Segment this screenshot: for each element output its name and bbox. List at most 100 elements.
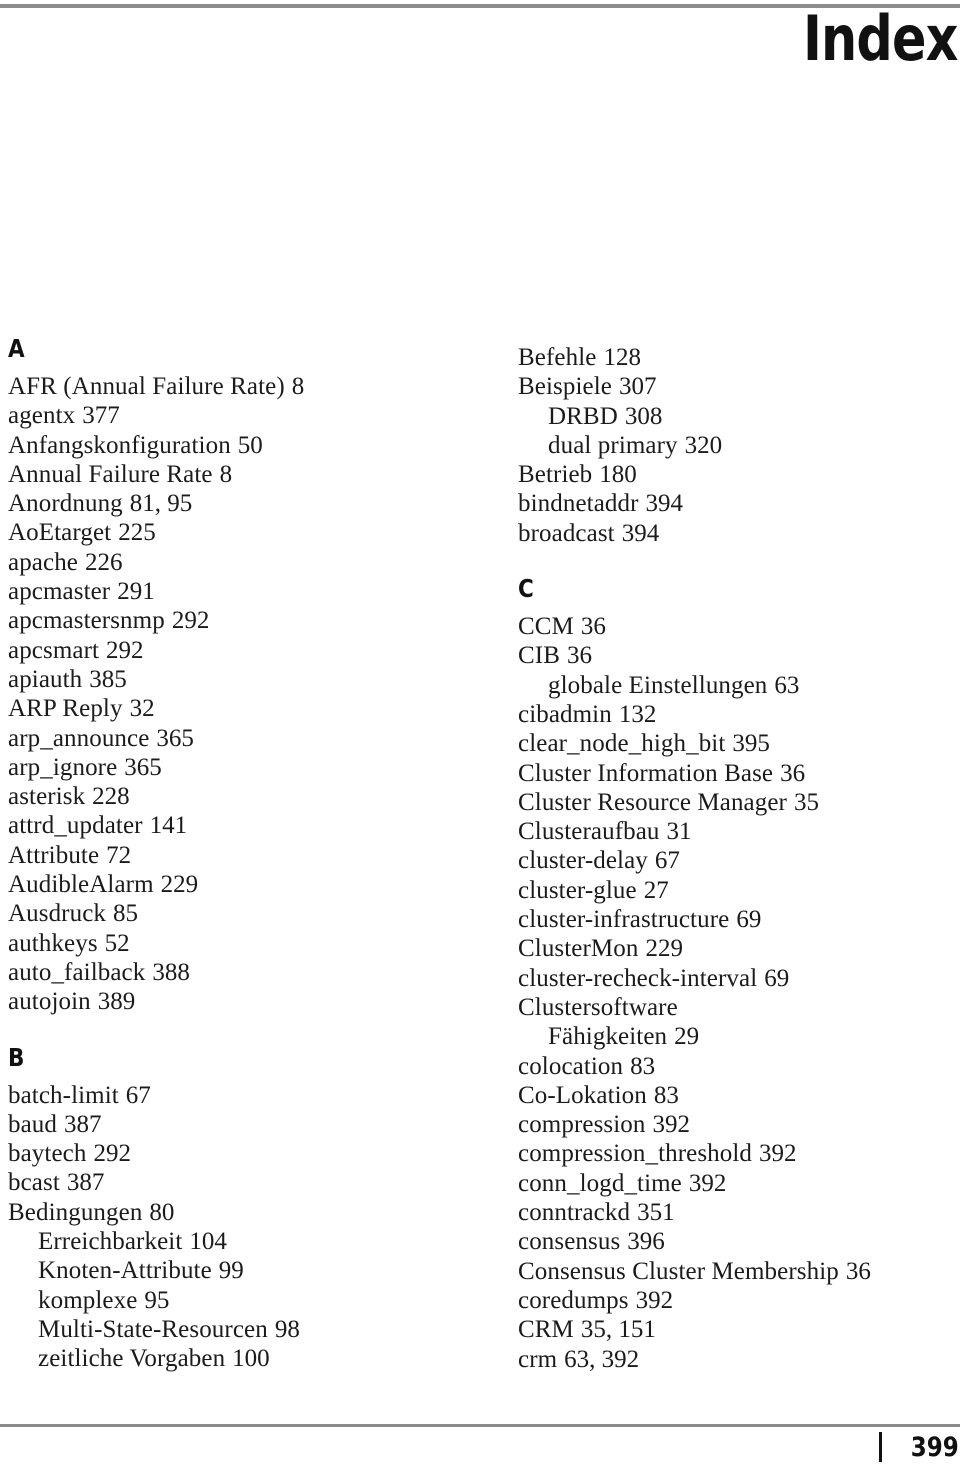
index-entry[interactable]: AoEtarget 225: [8, 518, 504, 547]
entry-page-numbers[interactable]: 392: [752, 1140, 797, 1167]
entry-page-numbers[interactable]: 63, 392: [557, 1346, 639, 1373]
entry-page-numbers[interactable]: 394: [615, 520, 660, 547]
entry-page-numbers[interactable]: 291: [110, 578, 155, 605]
entry-page-numbers[interactable]: 95: [137, 1287, 169, 1314]
index-entry[interactable]: batch-limit 67: [8, 1081, 504, 1110]
entry-page-numbers[interactable]: 81, 95: [123, 490, 193, 517]
index-entry[interactable]: clear_node_high_bit 395: [518, 729, 960, 758]
entry-page-numbers[interactable]: 69: [757, 965, 789, 992]
index-entry[interactable]: broadcast 394: [518, 519, 960, 548]
index-entry[interactable]: agentx 377: [8, 401, 504, 430]
entry-page-numbers[interactable]: 67: [119, 1082, 151, 1109]
entry-page-numbers[interactable]: 351: [630, 1199, 675, 1226]
index-entry[interactable]: Clusteraufbau 31: [518, 817, 960, 846]
index-entry[interactable]: Betrieb 180: [518, 460, 960, 489]
entry-page-numbers[interactable]: 394: [639, 490, 684, 517]
index-subentry[interactable]: Knoten-Attribute 99: [8, 1256, 504, 1285]
index-entry[interactable]: bindnetaddr 394: [518, 489, 960, 518]
entry-page-numbers[interactable]: 292: [165, 607, 210, 634]
index-entry[interactable]: coredumps 392: [518, 1286, 960, 1315]
index-entry[interactable]: Consensus Cluster Membership 36: [518, 1257, 960, 1286]
entry-page-numbers[interactable]: 29: [667, 1023, 699, 1050]
index-entry[interactable]: CIB 36: [518, 641, 960, 670]
entry-page-numbers[interactable]: 228: [85, 783, 130, 810]
entry-page-numbers[interactable]: 395: [725, 730, 770, 757]
index-entry[interactable]: Ausdruck 85: [8, 899, 504, 928]
index-subentry[interactable]: DRBD 308: [518, 402, 960, 431]
index-entry[interactable]: Cluster Information Base 36: [518, 759, 960, 788]
index-entry[interactable]: Befehle 128: [518, 343, 960, 372]
index-subentry[interactable]: globale Einstellungen 63: [518, 671, 960, 700]
index-subentry[interactable]: komplexe 95: [8, 1286, 504, 1315]
entry-page-numbers[interactable]: 83: [647, 1082, 679, 1109]
index-entry[interactable]: asterisk 228: [8, 782, 504, 811]
entry-page-numbers[interactable]: 80: [142, 1199, 174, 1226]
index-entry[interactable]: cibadmin 132: [518, 700, 960, 729]
entry-page-numbers[interactable]: 100: [225, 1345, 270, 1372]
entry-page-numbers[interactable]: 132: [612, 701, 657, 728]
index-entry[interactable]: arp_announce 365: [8, 724, 504, 753]
index-entry[interactable]: apiauth 385: [8, 665, 504, 694]
entry-page-numbers[interactable]: 31: [660, 818, 692, 845]
entry-page-numbers[interactable]: 52: [98, 930, 130, 957]
index-entry[interactable]: auto_failback 388: [8, 958, 504, 987]
index-entry[interactable]: cluster-recheck-interval 69: [518, 964, 960, 993]
entry-page-numbers[interactable]: 387: [57, 1111, 102, 1138]
index-subentry[interactable]: Erreichbarkeit 104: [8, 1227, 504, 1256]
entry-page-numbers[interactable]: 229: [638, 935, 683, 962]
entry-page-numbers[interactable]: 104: [182, 1228, 227, 1255]
index-entry[interactable]: Anfangskonfiguration 50: [8, 431, 504, 460]
index-entry[interactable]: compression 392: [518, 1110, 960, 1139]
index-entry[interactable]: apache 226: [8, 548, 504, 577]
entry-page-numbers[interactable]: 365: [117, 754, 162, 781]
index-entry[interactable]: Beispiele 307: [518, 372, 960, 401]
entry-page-numbers[interactable]: 35, 151: [574, 1316, 656, 1343]
index-entry[interactable]: conntrackd 351: [518, 1198, 960, 1227]
index-entry[interactable]: AudibleAlarm 229: [8, 870, 504, 899]
index-subentry[interactable]: Fähigkeiten 29: [518, 1022, 960, 1051]
entry-page-numbers[interactable]: 389: [91, 988, 136, 1015]
entry-page-numbers[interactable]: 83: [623, 1053, 655, 1080]
index-entry[interactable]: Anordnung 81, 95: [8, 489, 504, 518]
entry-page-numbers[interactable]: 377: [75, 402, 120, 429]
index-subentry[interactable]: dual primary 320: [518, 431, 960, 460]
index-entry[interactable]: Annual Failure Rate 8: [8, 460, 504, 489]
index-entry[interactable]: bcast 387: [8, 1168, 504, 1197]
entry-page-numbers[interactable]: 67: [648, 847, 680, 874]
entry-page-numbers[interactable]: 8: [213, 461, 233, 488]
entry-page-numbers[interactable]: 226: [78, 549, 123, 576]
entry-page-numbers[interactable]: 307: [612, 373, 657, 400]
entry-page-numbers[interactable]: 392: [629, 1287, 674, 1314]
entry-page-numbers[interactable]: 292: [86, 1140, 131, 1167]
index-entry[interactable]: consensus 396: [518, 1227, 960, 1256]
entry-page-numbers[interactable]: 365: [149, 725, 194, 752]
entry-page-numbers[interactable]: 229: [154, 871, 199, 898]
index-entry[interactable]: CCM 36: [518, 612, 960, 641]
entry-page-numbers[interactable]: 98: [268, 1316, 300, 1343]
index-entry[interactable]: apcmastersnmp 292: [8, 606, 504, 635]
index-entry[interactable]: Bedingungen 80: [8, 1198, 504, 1227]
entry-page-numbers[interactable]: 50: [231, 432, 263, 459]
index-entry[interactable]: compression_threshold 392: [518, 1139, 960, 1168]
index-subentry[interactable]: zeitliche Vorgaben 100: [8, 1344, 504, 1373]
entry-page-numbers[interactable]: 385: [82, 666, 127, 693]
index-entry[interactable]: ARP Reply 32: [8, 694, 504, 723]
index-entry[interactable]: conn_logd_time 392: [518, 1169, 960, 1198]
index-entry[interactable]: cluster-infrastructure 69: [518, 905, 960, 934]
index-entry[interactable]: crm 63, 392: [518, 1345, 960, 1374]
index-entry[interactable]: apcmaster 291: [8, 577, 504, 606]
entry-page-numbers[interactable]: 320: [678, 432, 723, 459]
entry-page-numbers[interactable]: 36: [773, 760, 805, 787]
entry-page-numbers[interactable]: 72: [99, 842, 131, 869]
index-entry[interactable]: Co-Lokation 83: [518, 1081, 960, 1110]
entry-page-numbers[interactable]: 396: [620, 1228, 665, 1255]
entry-page-numbers[interactable]: 36: [839, 1258, 871, 1285]
index-entry[interactable]: CRM 35, 151: [518, 1315, 960, 1344]
entry-page-numbers[interactable]: 180: [592, 461, 637, 488]
entry-page-numbers[interactable]: 128: [596, 344, 641, 371]
entry-page-numbers[interactable]: 69: [729, 906, 761, 933]
entry-page-numbers[interactable]: 387: [60, 1169, 105, 1196]
entry-page-numbers[interactable]: 27: [637, 877, 669, 904]
index-entry[interactable]: baytech 292: [8, 1139, 504, 1168]
index-entry[interactable]: arp_ignore 365: [8, 753, 504, 782]
